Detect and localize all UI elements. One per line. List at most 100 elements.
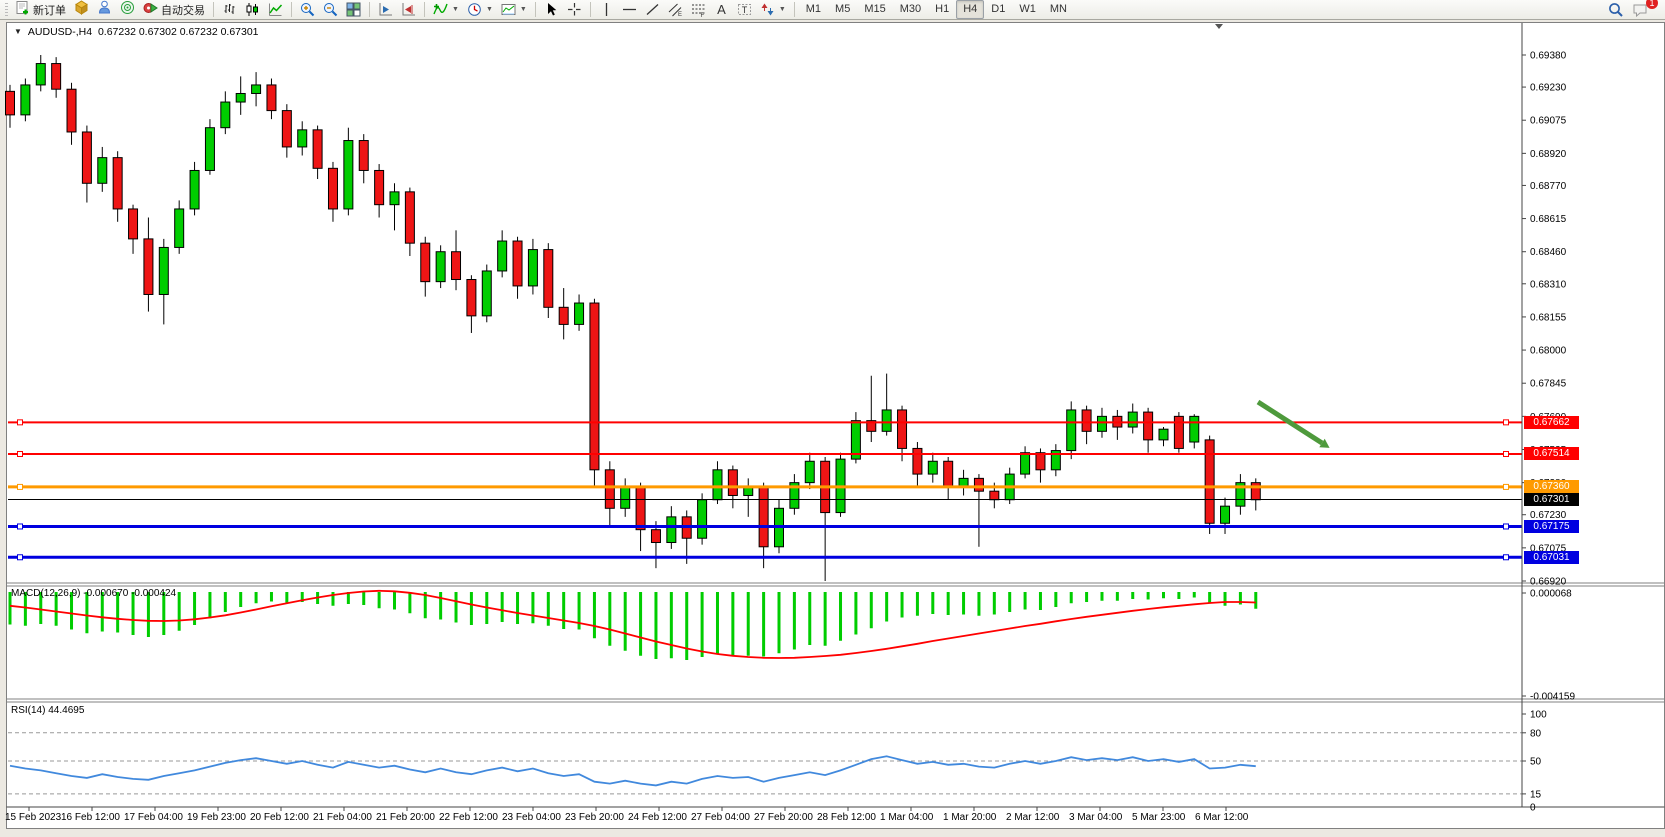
price-tag-0.67175: 0.67175 — [1524, 520, 1579, 533]
arrange-icon — [378, 2, 393, 17]
chart-canvas[interactable]: 0.693800.692300.690750.689200.687700.686… — [0, 0, 1665, 837]
svg-text:A: A — [717, 2, 726, 17]
horizontal-line-icon — [622, 2, 637, 17]
line-chart-icon — [268, 2, 283, 17]
timeframe-mn[interactable]: MN — [1043, 0, 1074, 19]
track-chart-button[interactable] — [397, 0, 420, 20]
candle-up — [1190, 416, 1199, 442]
symbol-dropdown-icon[interactable]: ▼ — [14, 27, 22, 36]
timeframe-d1[interactable]: D1 — [984, 0, 1012, 19]
text-button[interactable]: A — [710, 0, 733, 20]
candle-up — [252, 85, 261, 94]
tile-windows-icon — [346, 2, 361, 17]
timeframe-m15[interactable]: M15 — [857, 0, 892, 19]
timeframe-h4[interactable]: H4 — [956, 0, 984, 19]
line-handle — [18, 555, 23, 560]
macd-bar — [608, 592, 611, 646]
chevron-down-icon: ▼ — [520, 6, 527, 13]
price-tick-label: 0.68615 — [1530, 214, 1567, 225]
fibonacci-button[interactable]: F — [687, 0, 710, 20]
toolbar-grip[interactable] — [5, 3, 8, 17]
macd-bar — [670, 592, 673, 658]
candle-up — [175, 209, 184, 247]
macd-bar — [1254, 592, 1257, 609]
macd-bar — [778, 592, 781, 653]
crosshair-button[interactable] — [563, 0, 586, 20]
macd-bar — [408, 592, 411, 613]
templates-button[interactable]: ▼ — [497, 0, 531, 20]
separator — [535, 2, 536, 17]
macd-bar — [239, 592, 242, 607]
price-tick-label: 0.68920 — [1530, 149, 1567, 160]
trendline-button[interactable] — [641, 0, 664, 20]
text-label-button[interactable]: T — [733, 0, 756, 20]
line-handle — [18, 484, 23, 489]
candle-down — [1036, 453, 1045, 470]
equidistant-channel-button[interactable]: E — [664, 0, 687, 20]
new-order-button[interactable]: 新订单 — [11, 0, 70, 20]
cursor-button[interactable] — [540, 0, 563, 20]
zoom-out-button[interactable] — [319, 0, 342, 20]
timeframe-h1[interactable]: H1 — [928, 0, 956, 19]
candle-down — [1082, 410, 1091, 431]
horizontal-line-button[interactable] — [618, 0, 641, 20]
candle-up — [713, 470, 722, 500]
vertical-line-icon — [599, 2, 614, 17]
line-chart-button[interactable] — [264, 0, 287, 20]
macd-bar — [362, 592, 365, 605]
line-handle — [18, 420, 23, 425]
time-tick-label: 16 Feb 12:00 — [61, 812, 120, 823]
macd-bar — [224, 592, 227, 612]
vertical-line-button[interactable] — [595, 0, 618, 20]
macd-bar — [255, 592, 258, 603]
time-tick-label: 6 Mar 12:00 — [1195, 812, 1249, 823]
macd-bar — [1100, 592, 1103, 601]
candle-up — [698, 500, 707, 538]
candle-up — [1067, 410, 1076, 451]
tile-windows-button[interactable] — [342, 0, 365, 20]
time-tick-label: 27 Feb 04:00 — [691, 812, 750, 823]
main-toolbar: 新订单 自动交易 ▼ ▼ ▼ E F A T ▼ M1M5M15M30H1H4D… — [0, 0, 1665, 20]
auto-trading-button[interactable]: 自动交易 — [139, 0, 209, 20]
auto-arrange-button[interactable] — [374, 0, 397, 20]
community-button[interactable] — [93, 0, 116, 20]
price-tick-label: 0.68310 — [1530, 279, 1567, 290]
candle-up — [805, 461, 814, 482]
indicators-button[interactable]: ▼ — [429, 0, 463, 20]
macd-bar — [531, 592, 534, 623]
gold-cube-icon — [74, 0, 89, 20]
arrows-button[interactable]: ▼ — [756, 0, 790, 20]
zoom-in-button[interactable] — [296, 0, 319, 20]
candle-down — [467, 280, 476, 316]
bar-chart-button[interactable] — [218, 0, 241, 20]
timeframe-w1[interactable]: W1 — [1012, 0, 1043, 19]
rsi-indicator-label: RSI(14) 44.4695 — [11, 705, 84, 716]
fibonacci-icon: F — [691, 2, 706, 17]
candle-up — [159, 247, 168, 294]
candle-down — [1174, 416, 1183, 448]
candle-down — [974, 478, 983, 491]
search-button[interactable] — [1604, 0, 1628, 20]
macd-bar — [470, 592, 473, 625]
ohlc-values: 0.67232 0.67302 0.67232 0.67301 — [98, 26, 259, 38]
gold-cube-button[interactable] — [70, 0, 93, 20]
macd-bar — [885, 592, 888, 622]
candle-up — [928, 461, 937, 474]
timeframe-m5[interactable]: M5 — [828, 0, 857, 19]
line-handle — [1504, 524, 1509, 529]
macd-bar — [1177, 592, 1180, 599]
rsi-scale-label: 100 — [1530, 710, 1547, 721]
svg-text:F: F — [700, 13, 704, 17]
macd-bar — [901, 592, 904, 618]
separator — [291, 2, 292, 17]
signals-button[interactable] — [116, 0, 139, 20]
symbol-period-label: AUDUSD-,H4 — [28, 26, 92, 38]
timeframe-m1[interactable]: M1 — [799, 0, 828, 19]
candlestick-chart-button[interactable] — [241, 0, 264, 20]
timeframe-m30[interactable]: M30 — [893, 0, 928, 19]
price-tick-label: 0.68460 — [1530, 247, 1567, 258]
notifications-button[interactable]: 1 — [1628, 0, 1653, 20]
macd-bar — [501, 592, 504, 622]
periods-button[interactable]: ▼ — [463, 0, 497, 20]
candle-down — [759, 487, 768, 547]
